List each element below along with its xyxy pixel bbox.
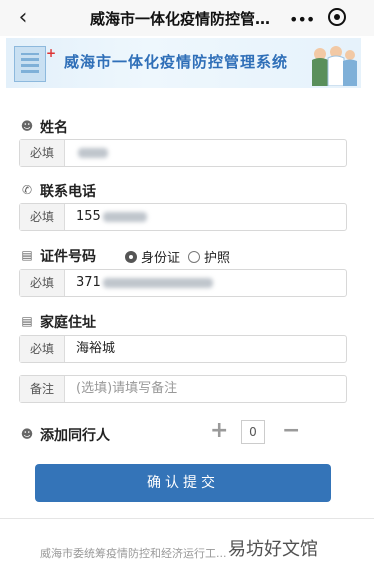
submit-button[interactable]: 确认提交	[35, 464, 331, 502]
redacted-mask	[78, 147, 108, 158]
hospital-building-icon	[14, 46, 46, 82]
id-card-radio[interactable]	[125, 250, 137, 263]
divider	[0, 518, 374, 519]
redacted-mask	[102, 211, 147, 222]
note-tag: 备注	[20, 376, 65, 402]
page-title: 威海市一体化疫情防控管…	[90, 10, 271, 28]
plus-button[interactable]: +	[210, 420, 228, 442]
medical-staff-icon	[312, 46, 357, 86]
watermark: 易坊好文馆	[228, 539, 318, 560]
passport-radio[interactable]	[188, 250, 201, 263]
more-dots-icon[interactable]: •••	[289, 10, 315, 29]
note-input[interactable]: (选填)请填写备注	[76, 376, 177, 402]
required-tag: 必填	[20, 204, 65, 230]
companions-label: 添加同行人	[40, 428, 110, 444]
address-card-icon: ▤	[21, 314, 33, 328]
id-field[interactable]: 必填 371	[19, 269, 347, 297]
id-card-option[interactable]: 身份证	[141, 247, 180, 266]
passport-option[interactable]: 护照	[204, 247, 230, 266]
id-type-radio-group: 身份证 护照	[125, 247, 238, 266]
name-value[interactable]	[76, 140, 108, 166]
red-cross-icon: +	[46, 46, 57, 60]
header-banner: + 威海市一体化疫情防控管理系统	[6, 38, 361, 88]
footer-text: 威海市委统筹疫情防控和经济运行工...	[40, 547, 227, 560]
required-tag: 必填	[20, 140, 65, 166]
minus-button[interactable]: −	[282, 420, 300, 442]
address-value[interactable]: 海裕城	[76, 336, 115, 362]
chevron-left-icon[interactable]: ‹	[12, 6, 34, 30]
id-card-icon: ▤	[21, 248, 33, 262]
name-field[interactable]: 必填	[19, 139, 347, 167]
user-icon: ☻	[20, 119, 34, 133]
name-label: 姓名	[40, 120, 68, 136]
redacted-mask	[102, 277, 213, 288]
address-field[interactable]: 必填 海裕城	[19, 335, 347, 363]
phone-icon: ✆	[21, 183, 33, 197]
banner-title: 威海市一体化疫情防控管理系统	[64, 53, 289, 71]
phone-field[interactable]: 必填 155	[19, 203, 347, 231]
phone-label: 联系电话	[40, 184, 96, 200]
required-tag: 必填	[20, 270, 65, 296]
add-person-icon: ☻	[20, 427, 34, 441]
id-value[interactable]: 371	[76, 270, 213, 296]
record-icon[interactable]	[328, 8, 346, 26]
address-label: 家庭住址	[40, 315, 96, 331]
id-label: 证件号码	[40, 249, 96, 265]
nav-bar: ‹ 威海市一体化疫情防控管… •••	[0, 0, 374, 36]
phone-value[interactable]: 155	[76, 204, 147, 230]
companion-count[interactable]: 0	[241, 420, 265, 444]
required-tag: 必填	[20, 336, 65, 362]
note-field[interactable]: 备注 (选填)请填写备注	[19, 375, 347, 403]
